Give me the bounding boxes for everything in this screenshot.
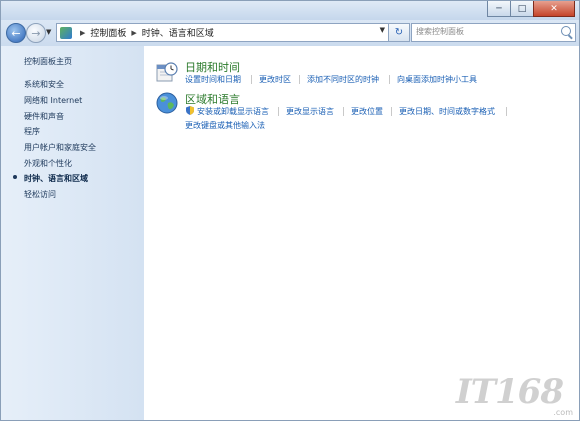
breadcrumb-separator-icon[interactable]: ▶ bbox=[80, 29, 85, 37]
watermark-logo: IT168 bbox=[455, 372, 564, 412]
control-panel-icon bbox=[60, 26, 72, 39]
sidebar-item-ease-of-access[interactable]: 轻松访问 bbox=[24, 189, 56, 200]
search-input[interactable] bbox=[416, 25, 554, 38]
maximize-button[interactable]: □ bbox=[510, 1, 534, 17]
category-title-date-time[interactable]: 日期和时间 bbox=[185, 59, 240, 75]
search-icon[interactable] bbox=[561, 26, 571, 36]
link-separator bbox=[343, 107, 344, 116]
link-change-display-language[interactable]: 更改显示语言 bbox=[286, 106, 334, 117]
address-bar[interactable]: ▶ 控制面板 ▶ 时钟、语言和区域 ▼ bbox=[56, 23, 389, 42]
breadcrumb-clock-language-region[interactable]: 时钟、语言和区域 bbox=[142, 26, 214, 39]
navigation-bar: ← → ▼ ▶ 控制面板 ▶ 时钟、语言和区域 ▼ ↻ bbox=[1, 20, 579, 46]
link-separator bbox=[299, 75, 300, 84]
sidebar-item-programs[interactable]: 程序 bbox=[24, 126, 40, 137]
sidebar-item-hardware-sound[interactable]: 硬件和声音 bbox=[24, 111, 64, 122]
close-button[interactable]: ✕ bbox=[533, 1, 575, 17]
shield-icon bbox=[186, 106, 194, 115]
watermark-domain: .com bbox=[553, 408, 573, 417]
minimize-button[interactable]: ─ bbox=[487, 1, 511, 17]
link-change-date-number-format[interactable]: 更改日期、时间或数字格式 bbox=[399, 106, 495, 117]
sidebar-item-network[interactable]: 网络和 Internet bbox=[24, 95, 82, 106]
link-separator bbox=[278, 107, 279, 116]
category-title-region-language[interactable]: 区域和语言 bbox=[185, 91, 240, 107]
sidebar: 控制面板主页 系统和安全 网络和 Internet 硬件和声音 程序 用户帐户和… bbox=[1, 46, 144, 420]
sidebar-item-user-accounts[interactable]: 用户帐户和家庭安全 bbox=[24, 142, 96, 153]
link-separator bbox=[391, 107, 392, 116]
sidebar-item-clock-language-region[interactable]: 时钟、语言和区域 bbox=[24, 173, 88, 184]
link-add-clocks[interactable]: 添加不同时区的时钟 bbox=[307, 74, 379, 85]
breadcrumb-separator-icon[interactable]: ▶ bbox=[131, 29, 136, 37]
back-button[interactable]: ← bbox=[6, 23, 26, 43]
link-change-location[interactable]: 更改位置 bbox=[351, 106, 383, 117]
address-dropdown-icon[interactable]: ▼ bbox=[380, 26, 385, 34]
refresh-button[interactable]: ↻ bbox=[388, 23, 410, 42]
link-separator bbox=[251, 75, 252, 84]
forward-button[interactable]: → bbox=[26, 23, 46, 43]
title-bar: ─ □ ✕ bbox=[1, 1, 579, 20]
link-separator bbox=[506, 107, 507, 116]
window-controls: ─ □ ✕ bbox=[487, 1, 575, 17]
link-separator bbox=[389, 75, 390, 84]
sidebar-item-appearance[interactable]: 外观和个性化 bbox=[24, 158, 72, 169]
recent-pages-dropdown[interactable]: ▼ bbox=[46, 28, 51, 36]
date-time-icon[interactable] bbox=[155, 60, 179, 84]
sidebar-item-system-security[interactable]: 系统和安全 bbox=[24, 79, 64, 90]
link-add-clock-gadget[interactable]: 向桌面添加时钟小工具 bbox=[397, 74, 477, 85]
main-content: 日期和时间 设置时间和日期 更改时区 添加不同时区的时钟 向桌面添加时钟小工具 … bbox=[144, 46, 579, 420]
link-change-time-zone[interactable]: 更改时区 bbox=[259, 74, 291, 85]
link-change-keyboards[interactable]: 更改键盘或其他输入法 bbox=[185, 120, 265, 131]
link-install-display-languages[interactable]: 安装或卸载显示语言 bbox=[197, 106, 269, 117]
control-panel-window: ─ □ ✕ ← → ▼ ▶ 控制面板 ▶ 时钟、语言和区域 ▼ ↻ 控制面板主页… bbox=[0, 0, 580, 421]
globe-icon[interactable] bbox=[155, 91, 179, 115]
current-page-bullet-icon bbox=[13, 175, 17, 179]
sidebar-home-link[interactable]: 控制面板主页 bbox=[24, 56, 72, 67]
link-set-date-time[interactable]: 设置时间和日期 bbox=[185, 74, 241, 85]
search-box[interactable] bbox=[411, 23, 576, 42]
breadcrumb-control-panel[interactable]: 控制面板 bbox=[90, 26, 126, 39]
